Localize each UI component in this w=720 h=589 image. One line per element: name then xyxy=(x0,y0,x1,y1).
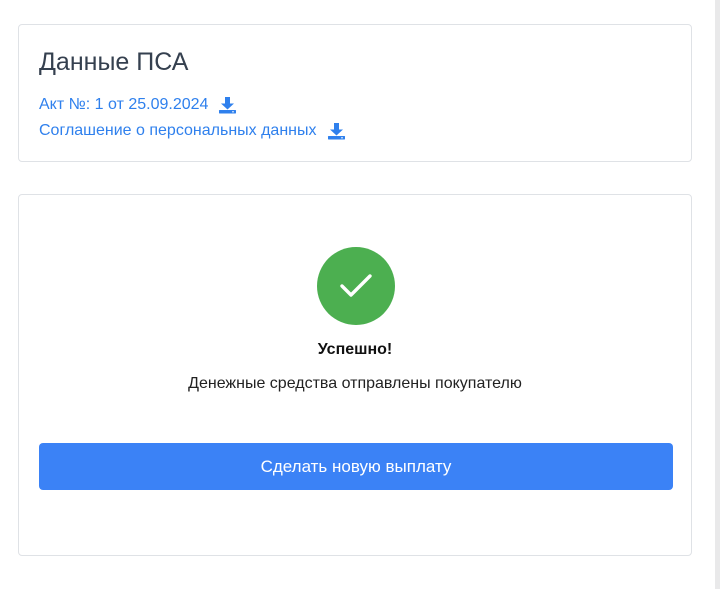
consent-download-link[interactable]: Соглашение о персональных данных xyxy=(39,121,346,141)
payout-result-card: Успешно! Денежные средства отправлены по… xyxy=(18,194,692,556)
success-title: Успешно! xyxy=(317,341,393,358)
consent-link-label: Соглашение о персональных данных xyxy=(39,122,317,139)
page: Данные ПСА Акт №: 1 от 25.09.2024 Соглаш… xyxy=(0,0,720,589)
psa-card-title: Данные ПСА xyxy=(39,48,189,76)
new-payout-button[interactable]: Сделать новую выплату xyxy=(39,443,673,490)
download-icon xyxy=(218,96,237,114)
download-icon xyxy=(327,122,346,140)
act-link-label: Акт №: 1 от 25.09.2024 xyxy=(39,96,209,113)
success-message: Денежные средства отправлены покупателю xyxy=(188,375,522,392)
check-icon xyxy=(317,247,395,325)
scrollbar-track[interactable] xyxy=(715,0,720,589)
psa-data-card: Данные ПСА Акт №: 1 от 25.09.2024 Соглаш… xyxy=(18,24,692,162)
act-download-link[interactable]: Акт №: 1 от 25.09.2024 xyxy=(39,95,237,115)
